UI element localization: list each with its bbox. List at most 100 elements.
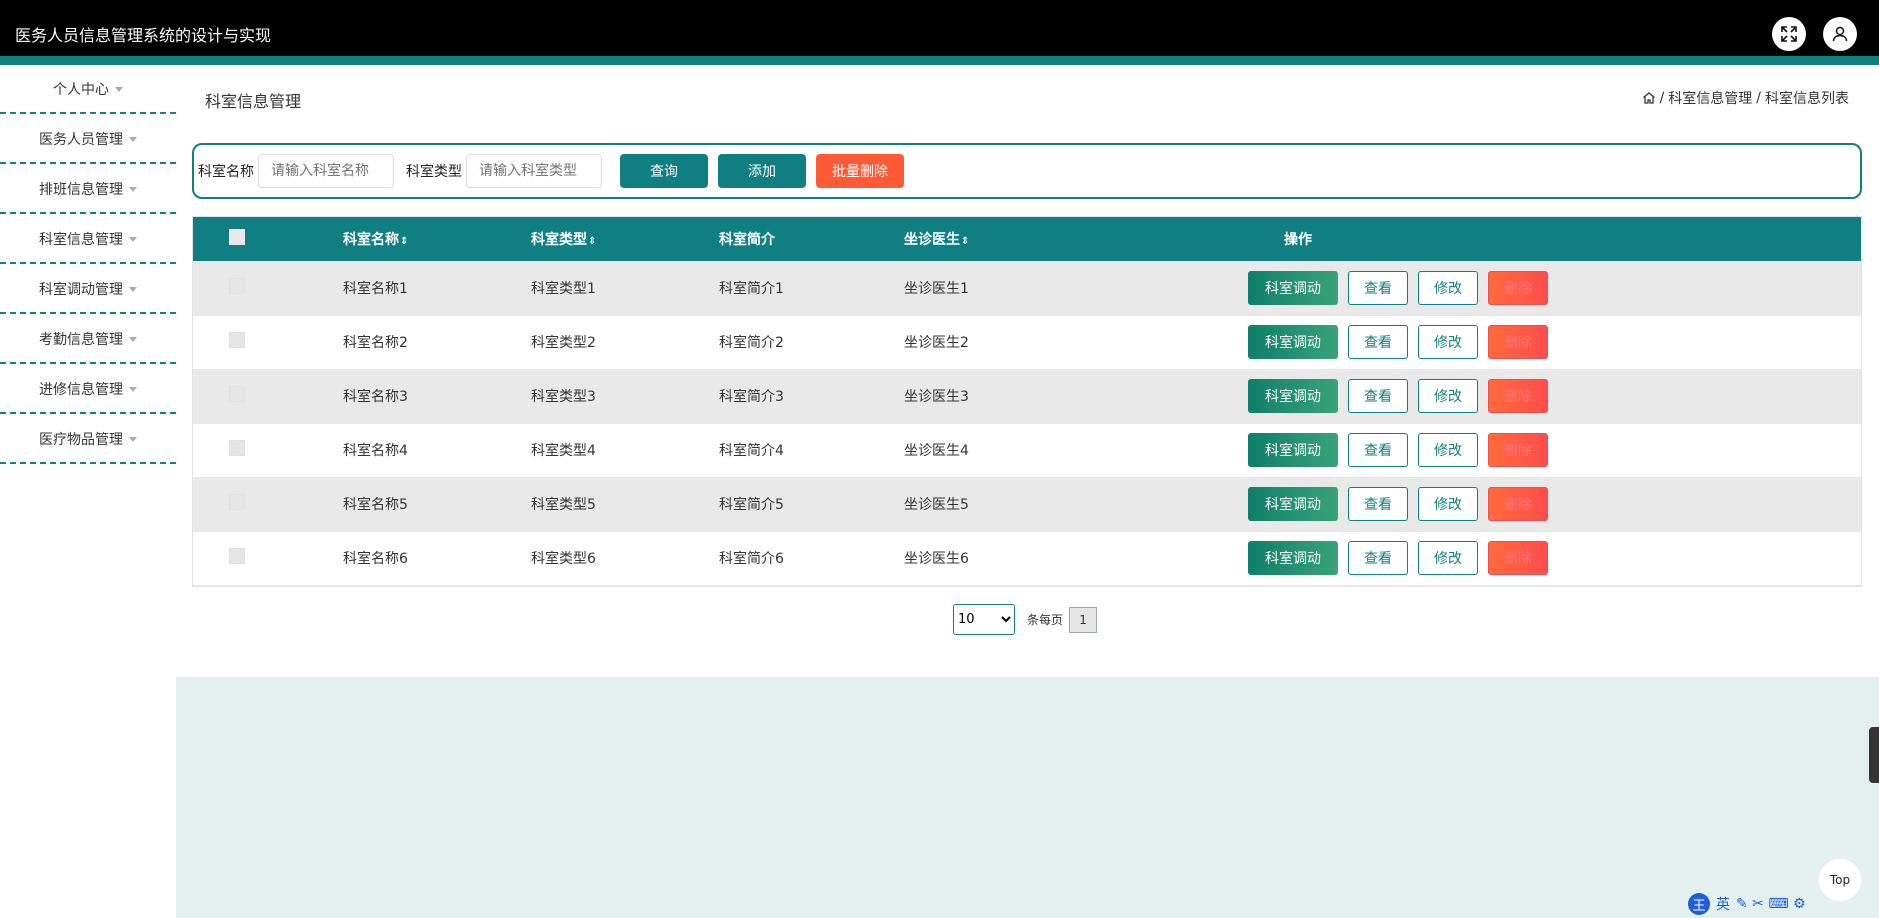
row-checkbox[interactable] [229, 548, 245, 564]
breadcrumb-separator: / [1756, 90, 1761, 106]
cell-intro: 科室简介1 [719, 280, 784, 297]
sidebar-item-department[interactable]: 科室信息管理 [0, 216, 176, 264]
transfer-button[interactable]: 科室调动 [1248, 379, 1338, 413]
ime-language-toggle[interactable]: 英 [1716, 894, 1730, 914]
department-type-input[interactable] [466, 154, 602, 188]
edit-button[interactable]: 修改 [1418, 541, 1478, 575]
row-checkbox[interactable] [229, 332, 245, 348]
edit-button[interactable]: 修改 [1418, 433, 1478, 467]
batch-delete-button[interactable]: 批量删除 [816, 154, 904, 188]
app-title: 医务人员信息管理系统的设计与实现 [15, 26, 272, 45]
cell-name: 科室名称3 [343, 389, 408, 405]
user-menu-button[interactable] [1823, 17, 1857, 51]
cell-doctor: 坐诊医生5 [904, 497, 969, 513]
select-all-checkbox[interactable] [229, 229, 245, 245]
sidebar-item-label: 排班信息管理 [39, 182, 123, 198]
view-button[interactable]: 查看 [1348, 433, 1408, 467]
transfer-button[interactable]: 科室调动 [1248, 270, 1338, 305]
search-bar: 科室名称 科室类型 查询 添加 批量删除 [192, 143, 1862, 199]
delete-button[interactable]: 删除 [1488, 325, 1548, 359]
cell-type: 科室类型1 [531, 280, 596, 297]
delete-button[interactable]: 删除 [1488, 270, 1548, 305]
ime-tools-icon[interactable]: ✎ ✂ ⌨ ⚙ [1736, 896, 1806, 912]
ime-toolbar: 王 英 ✎ ✂ ⌨ ⚙ [1688, 892, 1806, 916]
edit-button[interactable]: 修改 [1418, 325, 1478, 359]
fullscreen-button[interactable] [1772, 17, 1806, 51]
department-name-label: 科室名称 [198, 164, 254, 180]
chevron-down-icon [129, 236, 137, 242]
delete-button[interactable]: 删除 [1488, 487, 1548, 521]
top-header-bar: 医务人员信息管理系统的设计与实现 [0, 0, 1879, 56]
edit-button[interactable]: 修改 [1418, 487, 1478, 521]
table-row: 科室名称5 科室类型5 科室简介5 坐诊医生5 科室调动 查看 修改 删除 [193, 477, 1861, 531]
sort-icon[interactable]: ⇕ [961, 236, 969, 247]
fullscreen-icon [1781, 26, 1797, 42]
sidebar-item-personal-center[interactable]: 个人中心 [0, 66, 176, 114]
sort-icon[interactable]: ⇕ [400, 236, 408, 247]
delete-button[interactable]: 删除 [1488, 433, 1548, 467]
chevron-down-icon [129, 436, 137, 442]
sidebar-item-label: 个人中心 [53, 82, 109, 98]
pagination: 10 条每页 1 [953, 604, 1098, 635]
view-button[interactable]: 查看 [1348, 541, 1408, 575]
query-button[interactable]: 查询 [620, 154, 708, 188]
view-button[interactable]: 查看 [1348, 325, 1408, 359]
breadcrumb: / 科室信息管理 / 科室信息列表 [1642, 88, 1849, 108]
column-header-type[interactable]: 科室类型⇕ [531, 217, 719, 261]
delete-button[interactable]: 删除 [1488, 379, 1548, 413]
sidebar-item-attendance[interactable]: 考勤信息管理 [0, 316, 176, 364]
view-button[interactable]: 查看 [1348, 270, 1408, 305]
edge-handle[interactable] [1869, 727, 1879, 783]
chevron-down-icon [129, 336, 137, 342]
chevron-down-icon [129, 136, 137, 142]
back-to-top-button[interactable]: Top [1818, 858, 1862, 902]
transfer-button[interactable]: 科室调动 [1248, 325, 1338, 359]
chevron-down-icon [129, 386, 137, 392]
row-checkbox[interactable] [229, 277, 245, 294]
view-button[interactable]: 查看 [1348, 379, 1408, 413]
department-name-input[interactable] [258, 154, 394, 188]
column-header-name[interactable]: 科室名称⇕ [343, 217, 531, 261]
department-table: 科室名称⇕ 科室类型⇕ 科室简介 坐诊医生⇕ 操作 科室名称1 科室类型1 科室… [192, 216, 1862, 587]
row-checkbox[interactable] [229, 386, 245, 402]
sidebar-item-training[interactable]: 进修信息管理 [0, 366, 176, 414]
home-icon[interactable] [1642, 91, 1656, 105]
cell-intro: 科室简介4 [719, 443, 784, 459]
page-title: 科室信息管理 [205, 92, 302, 111]
edit-button[interactable]: 修改 [1418, 379, 1478, 413]
sidebar-item-label: 进修信息管理 [39, 382, 123, 398]
sidebar-item-schedule[interactable]: 排班信息管理 [0, 166, 176, 214]
transfer-button[interactable]: 科室调动 [1248, 541, 1338, 575]
cell-intro: 科室简介2 [719, 335, 784, 351]
page-size-select[interactable]: 10 [953, 604, 1015, 635]
header-accent-strip [0, 56, 1879, 65]
cell-type: 科室类型5 [531, 497, 596, 513]
breadcrumb-item: 科室信息列表 [1765, 91, 1849, 107]
delete-button[interactable]: 删除 [1488, 541, 1548, 575]
user-icon [1832, 26, 1848, 42]
table-header-row: 科室名称⇕ 科室类型⇕ 科室简介 坐诊医生⇕ 操作 [193, 217, 1861, 261]
cell-name: 科室名称2 [343, 335, 408, 351]
ime-logo-icon[interactable]: 王 [1688, 893, 1710, 915]
department-type-label: 科室类型 [406, 164, 462, 180]
sidebar-item-medical-supplies[interactable]: 医疗物品管理 [0, 416, 176, 464]
chevron-down-icon [115, 86, 123, 92]
page-number-button[interactable]: 1 [1069, 606, 1098, 633]
row-checkbox[interactable] [229, 494, 245, 510]
edit-button[interactable]: 修改 [1418, 270, 1478, 305]
view-button[interactable]: 查看 [1348, 487, 1408, 521]
transfer-button[interactable]: 科室调动 [1248, 487, 1338, 521]
column-header-doctor[interactable]: 坐诊医生⇕ [904, 217, 1244, 261]
sort-icon[interactable]: ⇕ [588, 236, 596, 247]
breadcrumb-item[interactable]: 科室信息管理 [1668, 88, 1752, 108]
sidebar-item-medical-staff[interactable]: 医务人员管理 [0, 116, 176, 164]
sidebar-item-label: 考勤信息管理 [39, 332, 123, 348]
add-button[interactable]: 添加 [718, 154, 806, 188]
sidebar-item-department-transfer[interactable]: 科室调动管理 [0, 266, 176, 314]
cell-type: 科室类型3 [531, 389, 596, 405]
chevron-down-icon [129, 286, 137, 292]
row-checkbox[interactable] [229, 440, 245, 456]
transfer-button[interactable]: 科室调动 [1248, 433, 1338, 467]
cell-doctor: 坐诊医生2 [904, 335, 969, 351]
cell-doctor: 坐诊医生3 [904, 389, 969, 405]
